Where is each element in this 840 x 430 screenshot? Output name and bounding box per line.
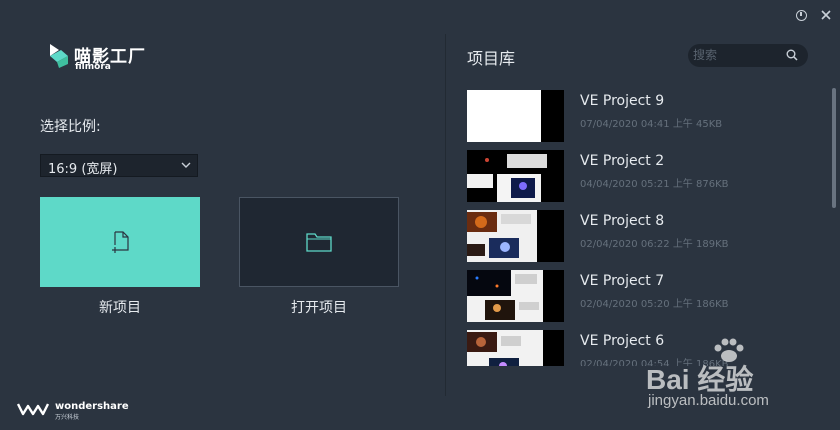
new-project-button[interactable]	[40, 197, 200, 287]
filmora-logo-icon	[50, 44, 68, 68]
open-project-label[interactable]: 打开项目	[239, 297, 399, 317]
project-thumbnail	[467, 210, 564, 262]
ratio-label: 选择比例:	[40, 119, 101, 135]
new-project-label[interactable]: 新项目	[40, 297, 200, 317]
company-name: wondershare	[55, 401, 129, 412]
search-input[interactable]	[692, 46, 778, 64]
project-meta: 02/04/2020 04:54 上午 186KB	[580, 359, 729, 366]
project-name: VE Project 6	[580, 333, 665, 349]
project-meta: 02/04/2020 05:20 上午 186KB	[580, 299, 729, 310]
project-list: VE Project 9 07/04/2020 04:41 上午 45KB VE…	[467, 90, 827, 366]
brand-subname: filmora	[75, 62, 111, 72]
watermark-url: jingyan.baidu.com	[648, 392, 769, 409]
project-thumbnail	[467, 330, 564, 366]
project-name: VE Project 8	[580, 213, 665, 229]
chevron-down-icon	[181, 162, 191, 168]
info-icon	[795, 9, 807, 21]
folder-icon	[306, 233, 332, 252]
vertical-divider	[445, 34, 446, 396]
project-item[interactable]: VE Project 7 02/04/2020 05:20 上午 186KB	[467, 270, 827, 322]
project-name: VE Project 9	[580, 93, 665, 109]
search-icon[interactable]	[786, 49, 798, 61]
project-list-scrollbar[interactable]	[832, 88, 836, 208]
project-thumbnail	[467, 270, 564, 322]
close-button[interactable]	[817, 6, 835, 24]
search-box	[688, 44, 808, 67]
project-thumbnail	[467, 90, 564, 142]
startup-window: 喵影工厂 filmora 选择比例: 16:9 (宽屏) 新项目 打开项目 项目…	[0, 0, 840, 430]
close-icon	[821, 10, 831, 20]
open-project-button[interactable]	[239, 197, 399, 287]
ratio-dropdown[interactable]: 16:9 (宽屏)	[40, 154, 198, 177]
project-meta: 02/04/2020 06:22 上午 189KB	[580, 239, 729, 250]
new-file-icon	[112, 231, 129, 253]
project-name: VE Project 2	[580, 153, 665, 169]
project-meta: 04/04/2020 05:21 上午 876KB	[580, 179, 729, 190]
wondershare-logo-icon	[17, 403, 49, 416]
project-item[interactable]: VE Project 9 07/04/2020 04:41 上午 45KB	[467, 90, 827, 142]
ratio-selected-value: 16:9 (宽屏)	[48, 162, 118, 177]
library-title: 项目库	[467, 49, 516, 68]
project-meta: 07/04/2020 04:41 上午 45KB	[580, 119, 723, 130]
company-name-cn: 万兴科技	[55, 414, 80, 421]
project-item[interactable]: VE Project 8 02/04/2020 06:22 上午 189KB	[467, 210, 827, 262]
info-button[interactable]	[792, 6, 810, 24]
project-name: VE Project 7	[580, 273, 665, 289]
project-thumbnail	[467, 150, 564, 202]
project-item[interactable]: VE Project 2 04/04/2020 05:21 上午 876KB	[467, 150, 827, 202]
brand: 喵影工厂 filmora	[48, 42, 168, 74]
project-item[interactable]: VE Project 6 02/04/2020 04:54 上午 186KB	[467, 330, 827, 366]
